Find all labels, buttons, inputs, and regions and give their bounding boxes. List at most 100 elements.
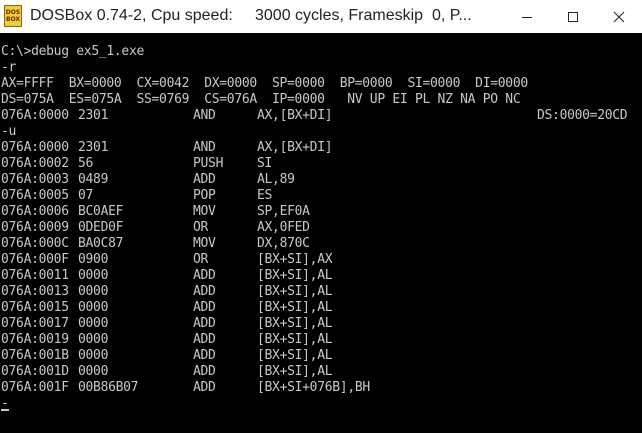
disasm-row: 076A:0002 56 PUSH SI bbox=[1, 156, 641, 172]
close-icon bbox=[613, 11, 625, 22]
disasm-operands: [BX+SI],AL bbox=[257, 268, 333, 283]
disasm-bytes: 0000 bbox=[78, 316, 109, 331]
disasm-bytes: 07 bbox=[78, 188, 94, 203]
maximize-button[interactable] bbox=[550, 0, 596, 33]
register-line-2: DS=075A ES=075A SS=0769 CS=076A IP=0000 … bbox=[1, 92, 521, 107]
disasm-operands: ES bbox=[257, 188, 273, 203]
disasm-mnemonic: ADD bbox=[193, 300, 216, 315]
disasm-mnemonic: OR bbox=[193, 252, 209, 267]
disasm-bytes: 0000 bbox=[78, 348, 109, 363]
disasm-operands: [BX+SI],AL bbox=[257, 316, 333, 331]
disasm-address: 076A:0000 bbox=[1, 140, 69, 155]
register-line-1: AX=FFFF BX=0000 CX=0042 DX=0000 SP=0000 … bbox=[1, 76, 528, 91]
title-bar[interactable]: DOS BOX DOSBox 0.74-2, Cpu speed: 3000 c… bbox=[0, 0, 642, 33]
disasm-operands: SP,EF0A bbox=[257, 204, 310, 219]
disasm-mnemonic: ADD bbox=[193, 380, 216, 395]
disasm-address: 076A:0005 bbox=[1, 188, 69, 203]
disasm-bytes: BA0C87 bbox=[78, 236, 124, 251]
disasm-address: 076A:0003 bbox=[1, 172, 69, 187]
disasm-address: 076A:001B bbox=[1, 348, 69, 363]
disasm-row: 076A:000F 0900 OR [BX+SI],AX bbox=[1, 252, 641, 268]
text-cursor bbox=[1, 409, 9, 411]
disasm-bytes: BC0AEF bbox=[78, 204, 124, 219]
minimize-button[interactable] bbox=[504, 0, 550, 33]
disasm-mnemonic: OR bbox=[193, 220, 209, 235]
disasm-bytes: 0000 bbox=[78, 332, 109, 347]
disasm-bytes: 0000 bbox=[78, 300, 109, 315]
disasm-mnemonic: AND bbox=[193, 140, 216, 155]
disasm-row: 076A:000C BA0C87 MOV DX,870C bbox=[1, 236, 641, 252]
dosbox-window: DOS BOX DOSBox 0.74-2, Cpu speed: 3000 c… bbox=[0, 0, 642, 433]
disasm-bytes: 0000 bbox=[78, 268, 109, 283]
disasm-mnemonic: ADD bbox=[193, 268, 216, 283]
disasm-bytes: 0000 bbox=[78, 284, 109, 299]
disasm-operands: AL,89 bbox=[257, 172, 295, 187]
disasm-mnemonic: ADD bbox=[193, 332, 216, 347]
disasm-mnemonic: MOV bbox=[193, 236, 216, 251]
disasm-operands: SI bbox=[257, 156, 273, 171]
disasm-row: 076A:001B 0000 ADD [BX+SI],AL bbox=[1, 348, 641, 364]
disasm-mnemonic: PUSH bbox=[193, 156, 224, 171]
dosbox-logo-icon: DOS BOX bbox=[4, 5, 22, 27]
disasm-operands: AX,0FED bbox=[257, 220, 310, 235]
instr-bytes: 2301 bbox=[78, 108, 109, 123]
disasm-address: 076A:0015 bbox=[1, 300, 69, 315]
disasm-row: 076A:0017 0000 ADD [BX+SI],AL bbox=[1, 316, 641, 332]
disasm-operands: [BX+SI],AL bbox=[257, 300, 333, 315]
disasm-mnemonic: ADD bbox=[193, 364, 216, 379]
disasm-row: 076A:0015 0000 ADD [BX+SI],AL bbox=[1, 300, 641, 316]
disasm-row: 076A:0011 0000 ADD [BX+SI],AL bbox=[1, 268, 641, 284]
disasm-operands: DX,870C bbox=[257, 236, 310, 251]
disasm-address: 076A:001F bbox=[1, 380, 69, 395]
disasm-operands: [BX+SI],AL bbox=[257, 284, 333, 299]
disasm-mnemonic: ADD bbox=[193, 172, 216, 187]
disasm-bytes: 0DED0F bbox=[78, 220, 124, 235]
disasm-mnemonic: ADD bbox=[193, 284, 216, 299]
disasm-row: 076A:0006 BC0AEF MOV SP,EF0A bbox=[1, 204, 641, 220]
command-line: C:\>debug ex5_1.exe bbox=[1, 44, 145, 59]
disasm-address: 076A:0013 bbox=[1, 284, 69, 299]
disasm-address: 076A:0011 bbox=[1, 268, 69, 283]
instr-address: 076A:0000 bbox=[1, 108, 69, 123]
dos-console[interactable]: C:\>debug ex5_1.exe -r AX=FFFF BX=0000 C… bbox=[0, 44, 642, 433]
disasm-bytes: 0900 bbox=[78, 252, 109, 267]
disasm-row: 076A:001F 00B86B07 ADD [BX+SI+076B],BH bbox=[1, 380, 641, 396]
instr-operands: AX,[BX+DI] bbox=[257, 108, 333, 123]
disasm-row: 076A:001D 0000 ADD [BX+SI],AL bbox=[1, 364, 641, 380]
disasm-mnemonic: ADD bbox=[193, 316, 216, 331]
disasm-row: 076A:0019 0000 ADD [BX+SI],AL bbox=[1, 332, 641, 348]
disasm-bytes: 2301 bbox=[78, 140, 109, 155]
minimize-icon bbox=[522, 16, 532, 18]
disasm-operands: [BX+SI+076B],BH bbox=[257, 380, 370, 395]
disasm-address: 076A:0017 bbox=[1, 316, 69, 331]
disasm-mnemonic: POP bbox=[193, 188, 216, 203]
instr-mnemonic: AND bbox=[193, 108, 216, 123]
disasm-row: 076A:0013 0000 ADD [BX+SI],AL bbox=[1, 284, 641, 300]
instr-memory: DS:0000=20CD bbox=[537, 108, 628, 123]
disasm-address: 076A:0006 bbox=[1, 204, 69, 219]
disasm-row: 076A:0005 07 POP ES bbox=[1, 188, 641, 204]
disasm-operands: AX,[BX+DI] bbox=[257, 140, 333, 155]
disasm-operands: [BX+SI],AL bbox=[257, 364, 333, 379]
disasm-bytes: 00B86B07 bbox=[78, 380, 139, 395]
disasm-address: 076A:000C bbox=[1, 236, 69, 251]
disasm-address: 076A:000F bbox=[1, 252, 69, 267]
disasm-row: 076A:0000 2301 AND AX,[BX+DI] bbox=[1, 140, 641, 156]
logo-text-bottom: BOX bbox=[5, 16, 21, 23]
window-controls bbox=[504, 0, 642, 33]
disasm-row: 076A:0009 0DED0F OR AX,0FED bbox=[1, 220, 641, 236]
logo-text-top: DOS bbox=[5, 9, 21, 16]
unassemble-command: -u bbox=[1, 124, 17, 139]
disasm-operands: [BX+SI],AL bbox=[257, 348, 333, 363]
close-button[interactable] bbox=[596, 0, 642, 33]
disasm-bytes: 0489 bbox=[78, 172, 109, 187]
register-command: -r bbox=[1, 60, 17, 75]
disasm-mnemonic: ADD bbox=[193, 348, 216, 363]
disasm-operands: [BX+SI],AL bbox=[257, 332, 333, 347]
disasm-bytes: 0000 bbox=[78, 364, 109, 379]
disasm-address: 076A:0002 bbox=[1, 156, 69, 171]
disasm-address: 076A:0019 bbox=[1, 332, 69, 347]
disasm-operands: [BX+SI],AX bbox=[257, 252, 333, 267]
disasm-address: 076A:001D bbox=[1, 364, 69, 379]
disasm-row: 076A:0003 0489 ADD AL,89 bbox=[1, 172, 641, 188]
